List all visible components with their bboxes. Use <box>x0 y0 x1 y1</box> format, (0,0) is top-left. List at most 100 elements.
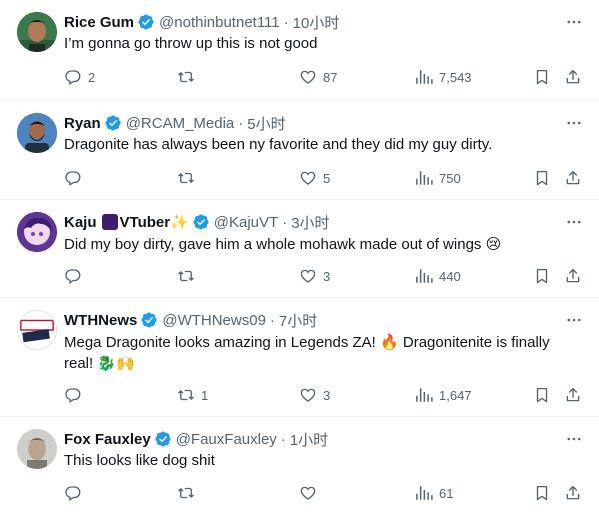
tweet-text-body: Did my boy dirty, gave him a whole mohaw… <box>64 236 482 253</box>
like-icon <box>299 68 317 86</box>
views-button[interactable]: 750 <box>415 168 461 188</box>
display-name[interactable]: Kaju <box>64 214 97 231</box>
reply-count: 2 <box>88 69 96 85</box>
views-count: 440 <box>439 268 461 284</box>
views-button[interactable]: 1,647 <box>415 385 472 405</box>
bookmark-icon <box>533 267 551 285</box>
handle[interactable]: @RCAM_Media <box>126 115 235 132</box>
views-button[interactable]: 7,543 <box>415 67 472 87</box>
views-icon <box>415 386 433 404</box>
avatar-image-icon <box>17 429 57 469</box>
like-button[interactable] <box>299 483 323 503</box>
reply-button[interactable] <box>64 168 88 188</box>
views-count: 7,543 <box>439 69 472 85</box>
repost-icon <box>177 484 195 502</box>
repost-icon <box>177 68 195 86</box>
tweet[interactable]: Rice Gum @nothinbutnet111 · 10小时 I’m gon… <box>0 0 599 101</box>
share-icon <box>564 386 582 404</box>
reply-icon <box>64 169 82 187</box>
repost-button[interactable] <box>177 168 201 188</box>
reply-icon <box>64 386 82 404</box>
tweet[interactable]: WTHNews @WTHNews09 · 7小时 Mega Dragonite … <box>0 298 599 417</box>
separator: · <box>283 13 289 31</box>
share-icon <box>564 169 582 187</box>
handle[interactable]: @KajuVT <box>214 214 278 231</box>
display-name[interactable]: Rice Gum <box>64 14 134 31</box>
avatar-image-icon <box>17 212 57 252</box>
repost-button[interactable] <box>177 483 201 503</box>
verified-badge-icon <box>192 213 210 231</box>
avatar[interactable] <box>17 212 57 252</box>
bookmark-button[interactable] <box>533 168 551 188</box>
display-name[interactable]: Ryan <box>64 115 101 132</box>
like-count: 5 <box>323 170 331 186</box>
dragon-hands-emoji: 🐉🙌 <box>97 354 135 372</box>
bookmark-button[interactable] <box>533 385 551 405</box>
like-icon <box>299 169 317 187</box>
timestamp[interactable]: 7小时 <box>279 310 317 331</box>
reply-icon <box>64 484 82 502</box>
avatar[interactable] <box>17 429 57 469</box>
verified-badge-icon <box>140 311 158 329</box>
tweet[interactable]: Ryan @RCAM_Media · 5小时 Dragonite has alw… <box>0 101 599 200</box>
views-icon <box>415 267 433 285</box>
bookmark-icon <box>533 386 551 404</box>
share-button[interactable] <box>564 385 582 405</box>
bookmark-icon <box>533 169 551 187</box>
more-icon[interactable] <box>563 12 585 32</box>
more-icon[interactable] <box>563 212 585 232</box>
like-button[interactable]: 87 <box>299 67 337 87</box>
views-count: 61 <box>439 485 454 501</box>
share-button[interactable] <box>564 67 582 87</box>
more-icon[interactable] <box>563 113 585 133</box>
like-button[interactable]: 3 <box>299 385 330 405</box>
handle[interactable]: @nothinbutnet111 <box>159 14 280 31</box>
reply-button[interactable] <box>64 385 88 405</box>
repost-icon <box>177 169 195 187</box>
timestamp[interactable]: 10小时 <box>293 12 340 33</box>
bookmark-button[interactable] <box>533 483 551 503</box>
repost-button[interactable] <box>177 67 201 87</box>
timestamp[interactable]: 5小时 <box>247 113 285 134</box>
separator: · <box>280 430 286 448</box>
reply-button[interactable] <box>64 483 88 503</box>
tweet[interactable]: Fox Fauxley @FauxFauxley · 1小时 This look… <box>0 417 599 517</box>
share-button[interactable] <box>564 168 582 188</box>
repost-button[interactable]: 1 <box>177 385 208 405</box>
separator: · <box>238 114 244 132</box>
handle[interactable]: @FauxFauxley <box>176 431 277 448</box>
handle[interactable]: @WTHNews09 <box>162 312 266 329</box>
tweet[interactable]: Kaju VTuber ✨ @KajuVT · 3小时 Did my boy d… <box>0 200 599 298</box>
like-icon <box>299 386 317 404</box>
views-button[interactable]: 440 <box>415 266 461 286</box>
avatar[interactable] <box>17 310 57 350</box>
reply-button[interactable]: 2 <box>64 67 95 87</box>
share-button[interactable] <box>564 483 582 503</box>
avatar[interactable] <box>17 12 57 52</box>
repost-icon <box>177 267 195 285</box>
bookmark-icon <box>533 484 551 502</box>
repost-button[interactable] <box>177 266 201 286</box>
more-icon[interactable] <box>563 429 585 449</box>
bookmark-button[interactable] <box>533 67 551 87</box>
like-count: 3 <box>323 268 331 284</box>
share-button[interactable] <box>564 266 582 286</box>
like-count: 3 <box>323 387 331 403</box>
display-name-suffix[interactable]: VTuber <box>120 214 171 231</box>
avatar[interactable] <box>17 113 57 153</box>
more-icon[interactable] <box>563 310 585 330</box>
display-name[interactable]: WTHNews <box>64 312 137 329</box>
views-button[interactable]: 61 <box>415 483 453 503</box>
tweet-text-line1b: Dragonitenite is finally <box>402 334 550 351</box>
display-name[interactable]: Fox Fauxley <box>64 431 151 448</box>
views-icon <box>415 68 433 86</box>
tweet-text: I’m gonna go throw up this is not good <box>64 35 318 52</box>
timestamp[interactable]: 1小时 <box>290 429 328 450</box>
bookmark-button[interactable] <box>533 266 551 286</box>
timestamp[interactable]: 3小时 <box>291 212 329 233</box>
verified-badge-icon <box>137 13 155 31</box>
avatar-image-icon <box>17 113 57 153</box>
like-button[interactable]: 5 <box>299 168 330 188</box>
like-button[interactable]: 3 <box>299 266 330 286</box>
reply-button[interactable] <box>64 266 88 286</box>
